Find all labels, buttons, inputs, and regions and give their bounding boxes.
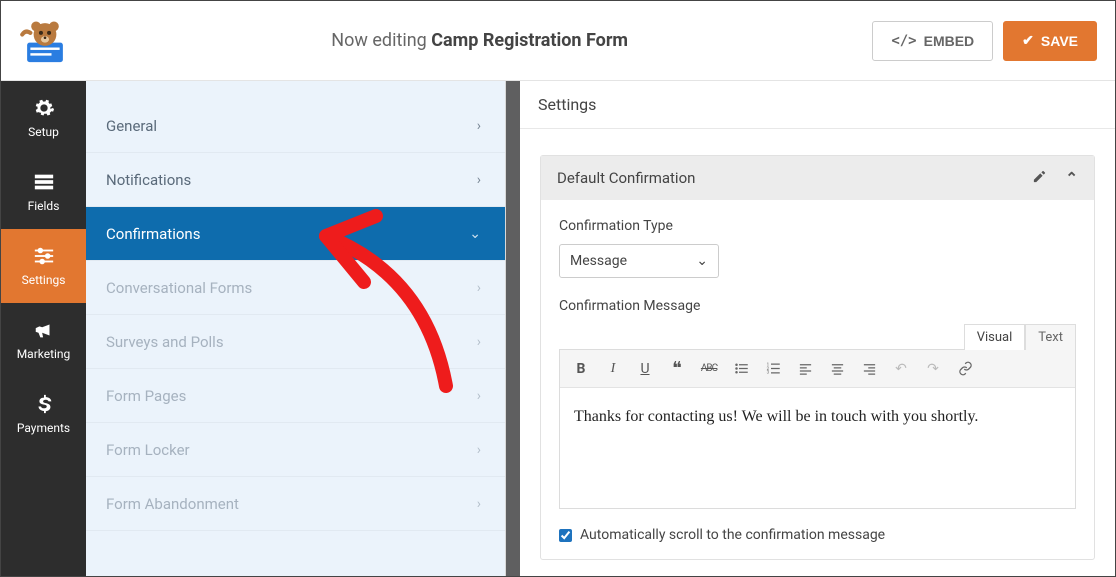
undo-button[interactable]: ↶ [888,356,914,382]
app-logo [19,15,87,67]
svg-text:3: 3 [766,371,769,376]
confirmation-card-header: Default Confirmation ⌃ [541,156,1094,200]
underline-button[interactable]: U [632,356,658,382]
confirmation-type-select[interactable]: Message ⌄ [559,244,719,278]
panel-item-notifications[interactable]: Notifications › [86,153,505,207]
dollar-icon [33,393,55,415]
panel-item-label: Form Locker [106,441,190,459]
autoscroll-checkbox[interactable] [559,529,572,542]
main-heading: Settings [520,81,1115,129]
rail-item-fields[interactable]: Fields [1,155,86,229]
panel-item-surveys-and-polls[interactable]: Surveys and Polls › [86,315,505,369]
bullhorn-icon [33,319,55,341]
panel-item-form-pages[interactable]: Form Pages › [86,369,505,423]
sliders-icon [33,245,55,267]
panel-item-label: Conversational Forms [106,279,252,297]
chevron-right-icon: › [477,172,481,188]
editing-prefix: Now editing [331,30,426,51]
panel-item-label: Confirmations [106,225,200,243]
gear-icon [33,97,55,119]
panel-item-conversational-forms[interactable]: Conversational Forms › [86,261,505,315]
rail-item-marketing[interactable]: Marketing [1,303,86,377]
link-button[interactable] [952,356,978,382]
check-icon: ✔ [1022,32,1034,49]
form-name: Camp Registration Form [431,30,628,51]
rail-item-settings[interactable]: Settings [1,229,86,303]
blockquote-button[interactable]: ❝ [664,356,690,382]
topbar-actions: </> EMBED ✔ SAVE [872,21,1097,61]
embed-button-label: EMBED [924,33,975,49]
editor-content[interactable]: Thanks for contacting us! We will be in … [560,388,1075,508]
save-button[interactable]: ✔ SAVE [1003,21,1097,61]
app-frame: Now editing Camp Registration Form </> E… [0,0,1116,577]
chevron-right-icon: › [477,280,481,296]
panel-item-label: Notifications [106,171,191,189]
chevron-down-icon: ⌄ [469,226,481,242]
align-right-button[interactable] [856,356,882,382]
panel-item-label: Form Abandonment [106,495,239,513]
editor-tabs: Visual Text [559,324,1076,350]
chevron-right-icon: › [477,118,481,134]
align-center-button[interactable] [824,356,850,382]
align-left-button[interactable] [792,356,818,382]
edit-icon[interactable] [1032,169,1047,188]
panel-item-form-locker[interactable]: Form Locker › [86,423,505,477]
confirmation-card-title: Default Confirmation [557,169,695,187]
strikethrough-button[interactable]: ABC [696,356,722,382]
rail-label: Settings [22,273,66,287]
editor-toolbar: B I U ❝ ABC 123 ↶ ↷ [560,350,1075,388]
rail-item-payments[interactable]: Payments [1,377,86,451]
chevron-right-icon: › [477,496,481,512]
collapse-icon[interactable]: ⌃ [1065,169,1078,188]
confirmation-card-body: Confirmation Type Message ⌄ Confirmation… [541,200,1094,559]
autoscroll-label: Automatically scroll to the confirmation… [580,527,885,543]
chevron-right-icon: › [477,334,481,350]
panel-item-general[interactable]: General › [86,99,505,153]
panel-item-label: General [106,117,157,135]
settings-panel-list: General › Notifications › Confirmations … [86,81,505,531]
confirmation-type-label: Confirmation Type [559,218,1076,234]
app-body: Setup Fields Settings Marketing Payments [1,81,1115,576]
topbar: Now editing Camp Registration Form </> E… [1,1,1115,81]
bold-button[interactable]: B [568,356,594,382]
list-icon [33,171,55,193]
bear-logo-icon [19,15,71,67]
redo-button[interactable]: ↷ [920,356,946,382]
page-title: Now editing Camp Registration Form [87,30,872,51]
confirmation-message-label: Confirmation Message [559,298,1076,314]
main-content: Settings Default Confirmation ⌃ Confir [506,81,1115,576]
italic-button[interactable]: I [600,356,626,382]
panel-item-form-abandonment[interactable]: Form Abandonment › [86,477,505,531]
editor-tab-visual[interactable]: Visual [964,324,1026,350]
bullet-list-button[interactable] [728,356,754,382]
rail-label: Setup [28,125,59,139]
rail-label: Fields [28,199,60,213]
panel-item-confirmations[interactable]: Confirmations ⌄ [86,207,505,261]
confirmation-card-tools: ⌃ [1032,169,1078,188]
panel-item-label: Surveys and Polls [106,333,224,351]
autoscroll-row[interactable]: Automatically scroll to the confirmation… [559,527,1076,543]
editor-tab-text[interactable]: Text [1025,324,1076,350]
chevron-down-icon: ⌄ [696,253,708,269]
main-scroll[interactable]: Default Confirmation ⌃ Confirmation Type… [520,129,1115,576]
chevron-right-icon: › [477,388,481,404]
rail-item-setup[interactable]: Setup [1,81,86,155]
left-rail: Setup Fields Settings Marketing Payments [1,81,86,576]
rich-text-editor: B I U ❝ ABC 123 ↶ ↷ [559,349,1076,509]
panel-item-label: Form Pages [106,387,186,405]
confirmation-card: Default Confirmation ⌃ Confirmation Type… [540,155,1095,560]
code-icon: </> [891,33,916,49]
chevron-right-icon: › [477,442,481,458]
settings-panel: General › Notifications › Confirmations … [86,81,506,576]
confirmation-type-value: Message [570,253,627,269]
rail-label: Marketing [17,347,71,361]
rail-label: Payments [17,421,70,435]
embed-button[interactable]: </> EMBED [872,21,993,61]
save-button-label: SAVE [1041,33,1078,49]
numbered-list-button[interactable]: 123 [760,356,786,382]
